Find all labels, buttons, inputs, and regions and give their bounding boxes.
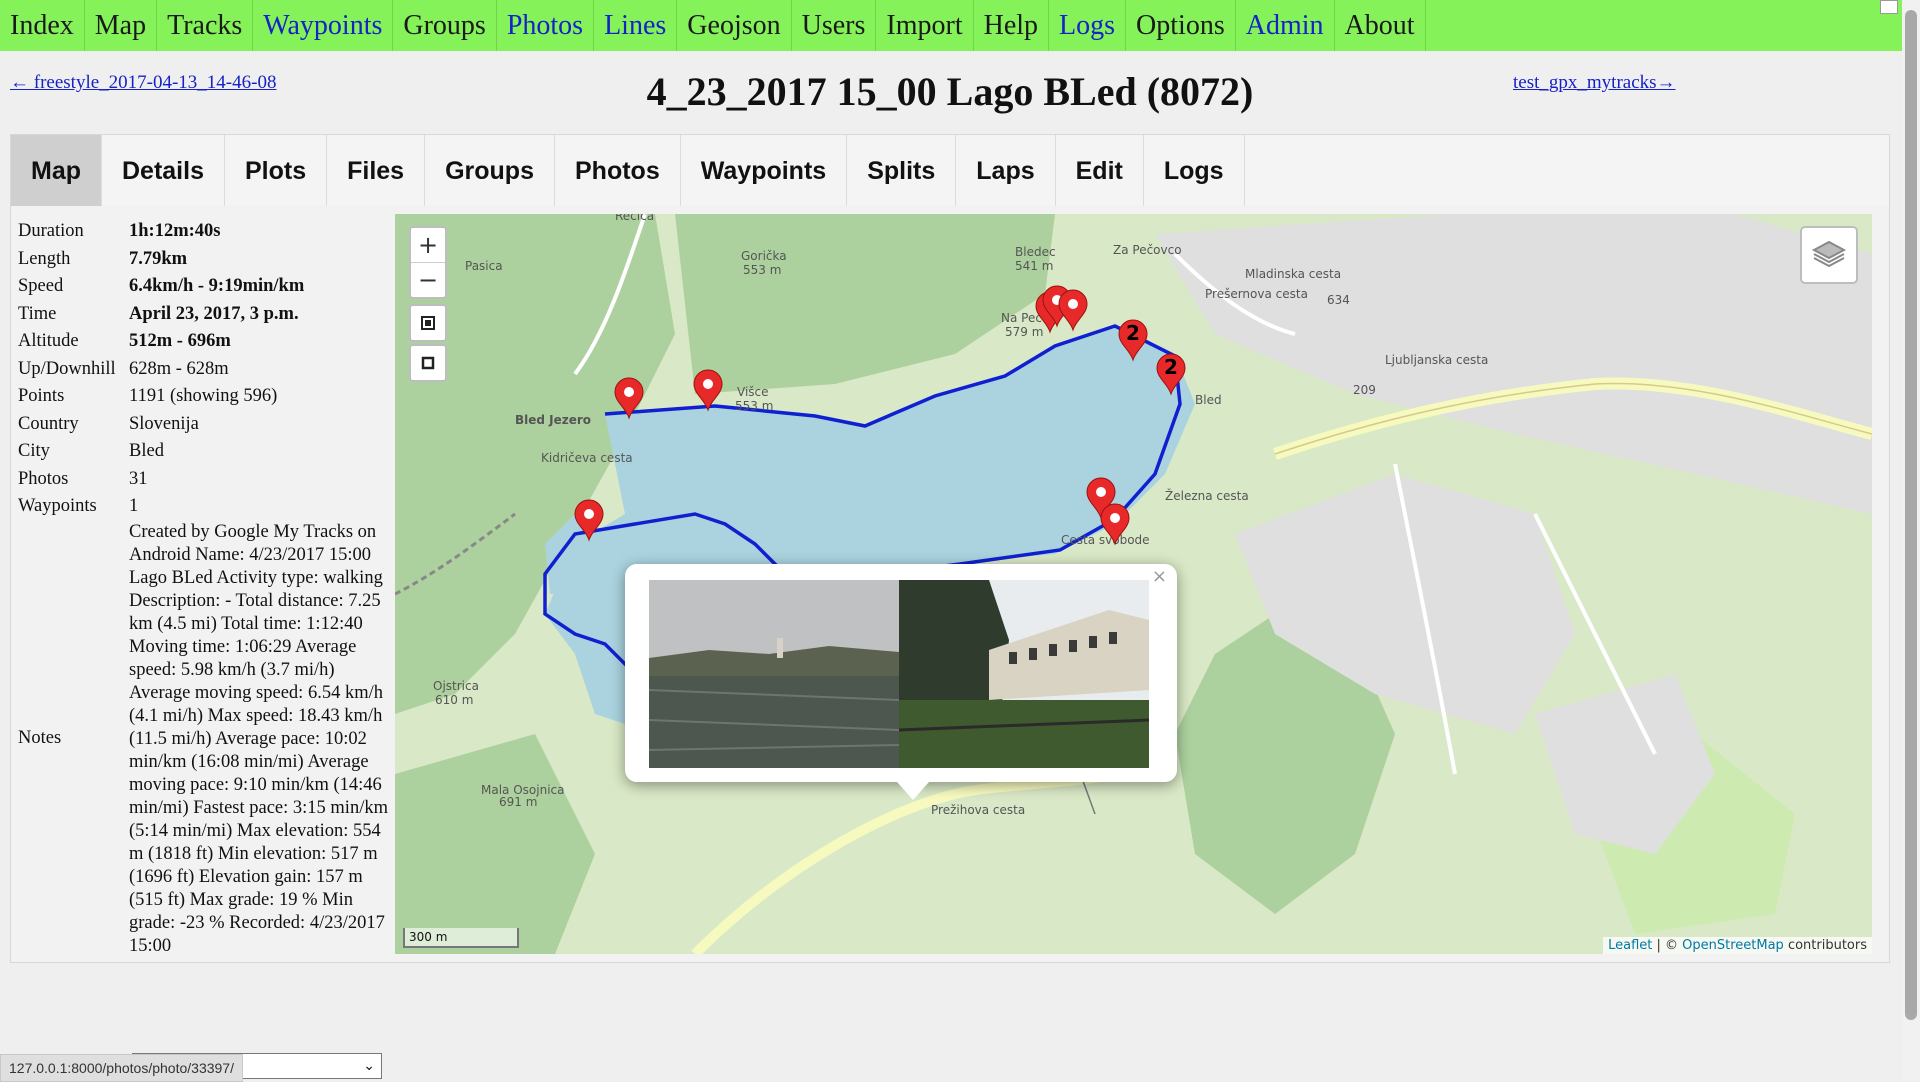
tab-groups[interactable]: Groups (425, 135, 555, 207)
map-label-na_pecah_ele: 579 m (1005, 325, 1043, 339)
nav-waypoints[interactable]: Waypoints (253, 0, 394, 51)
map-attribution: Leaflet | © OpenStreetMap contributors (1603, 937, 1872, 954)
popup-tip (897, 782, 929, 800)
tab-map[interactable]: Map (11, 135, 102, 207)
nav-geojson[interactable]: Geojson (677, 0, 792, 51)
status-bar-url: 127.0.0.1:8000/photos/photo/33397/ (0, 1054, 243, 1082)
osm-link[interactable]: OpenStreetMap (1682, 938, 1784, 953)
map-label-road_634: 634 (1327, 293, 1350, 307)
nav-photos[interactable]: Photos (497, 0, 595, 51)
nav-users[interactable]: Users (792, 0, 877, 51)
zoom-out-button[interactable]: − (411, 263, 445, 297)
info-row-duration: Duration 1h:12m:40s (18, 221, 221, 241)
popup-close-button[interactable]: × (1152, 566, 1167, 587)
map-label-goricka_ele: 553 m (743, 263, 781, 277)
photo-thumbnail-building[interactable] (899, 580, 1149, 768)
map-label-visce: Višce (737, 385, 769, 399)
info-row-altitude: Altitude 512m - 696m (18, 331, 231, 351)
map-label-za_pecovco: Za Pečovco (1113, 243, 1182, 257)
nav-help[interactable]: Help (974, 0, 1050, 51)
window-corner-box (1880, 0, 1898, 14)
info-row-notes: Notes Created by Google My Tracks on And… (18, 521, 398, 958)
map-label-bled_jezero: Bled Jezero (515, 413, 591, 427)
marker-cluster-count: 2 (1164, 355, 1178, 379)
nav-index[interactable]: Index (0, 0, 85, 51)
leaflet-link[interactable]: Leaflet (1608, 938, 1652, 953)
info-row-city: City Bled (18, 441, 164, 461)
tab-bar: Map Details Plots Files Groups Photos Wa… (10, 134, 1890, 208)
notes-label: Notes (18, 728, 62, 749)
info-row-speed: Speed 6.4km/h - 9:19min/km (18, 276, 305, 296)
nav-options[interactable]: Options (1126, 0, 1236, 51)
photo-popup: × (625, 564, 1177, 782)
nav-map[interactable]: Map (85, 0, 158, 51)
info-row-country: Country Slovenija (18, 413, 199, 434)
map-view[interactable]: Pasica Gorička 553 m Rečica Bledec 541 m Na Pe… (395, 214, 1872, 954)
track-info-table: Duration 1h:12m:40s Length 7.79km Speed 6.4… (18, 218, 398, 958)
scrollbar-thumb[interactable] (1905, 10, 1917, 1020)
marker-cluster-count: 2 (1126, 321, 1140, 345)
nav-import[interactable]: Import (876, 0, 974, 51)
photo-thumbnail-lake[interactable] (649, 580, 899, 768)
map-label-prezihova: Prežihova cesta (931, 803, 1025, 817)
tab-files[interactable]: Files (327, 135, 426, 207)
info-row-time: Time April 23, 2017, 3 p.m. (18, 303, 299, 324)
square-icon[interactable] (411, 346, 445, 380)
nav-tracks[interactable]: Tracks (157, 0, 254, 51)
layers-button[interactable] (1800, 226, 1858, 284)
map-label-ojstrica: Ojstrica (433, 679, 479, 693)
info-row-waypoints: Waypoints 1 (18, 496, 139, 516)
fullscreen-icon[interactable] (411, 306, 445, 340)
map-label-bledec_ele: 541 m (1015, 259, 1053, 273)
map-label-presernova: Prešernova cesta (1205, 287, 1308, 301)
map-label-ojstrica_ele: 610 m (435, 693, 473, 707)
nav-admin[interactable]: Admin (1236, 0, 1335, 51)
map-label-recica: Rečica (615, 214, 654, 223)
map-label-cesta_svobode: Cesta svobode (1061, 533, 1150, 547)
nav-lines[interactable]: Lines (594, 0, 678, 51)
map-label-goricka: Gorička (741, 249, 787, 263)
map-label-pasica: Pasica (465, 259, 503, 273)
tab-waypoints[interactable]: Waypoints (681, 135, 848, 207)
layers-icon (1811, 240, 1847, 268)
map-label-road_209: 209 (1353, 383, 1376, 397)
nav-logs[interactable]: Logs (1049, 0, 1127, 51)
map-label-kidriceva: Kidričeva cesta (541, 451, 633, 465)
tab-laps[interactable]: Laps (956, 135, 1056, 207)
fullscreen-control (409, 304, 447, 342)
tab-edit[interactable]: Edit (1056, 135, 1144, 207)
vertical-scrollbar[interactable] (1902, 0, 1920, 1080)
info-row-updownhill: Up/Downhill 628m - 628m (18, 358, 229, 379)
info-row-photos: Photos 31 (18, 468, 148, 489)
map-label-mala_osojnica_ele: 691 m (499, 795, 537, 809)
tab-details[interactable]: Details (102, 135, 225, 207)
info-row-points: Points 1191 (showing 596) (18, 386, 278, 406)
map-label-zelezna: Železna cesta (1165, 488, 1249, 503)
map-label-ljubljanska: Ljubljanska cesta (1385, 353, 1488, 367)
top-nav: Index Map Tracks Waypoints Groups Photos… (0, 0, 1902, 51)
chevron-down-icon: ⌄ (363, 1058, 375, 1074)
map-label-mladinska: Mladinska cesta (1245, 267, 1341, 281)
tab-photos[interactable]: Photos (555, 135, 681, 207)
tab-plots[interactable]: Plots (225, 135, 328, 207)
map-label-bled: Bled (1195, 393, 1222, 407)
stop-control (409, 344, 447, 382)
tab-splits[interactable]: Splits (847, 135, 957, 207)
zoom-controls: + − (409, 226, 447, 299)
nav-about[interactable]: About (1335, 0, 1426, 51)
tab-logs[interactable]: Logs (1144, 135, 1245, 207)
zoom-in-button[interactable]: + (411, 228, 445, 263)
nav-groups[interactable]: Groups (393, 0, 497, 51)
map-label-bledec: Bledec (1015, 245, 1056, 259)
map-scale: 300 m (403, 928, 519, 948)
map-label-visce_ele: 553 m (735, 399, 773, 413)
next-track-link[interactable]: test_gpx_mytracks→ (1513, 72, 1676, 94)
info-row-length: Length 7.79km (18, 248, 188, 269)
notes-text: Created by Google My Tracks on Android N… (129, 521, 388, 956)
